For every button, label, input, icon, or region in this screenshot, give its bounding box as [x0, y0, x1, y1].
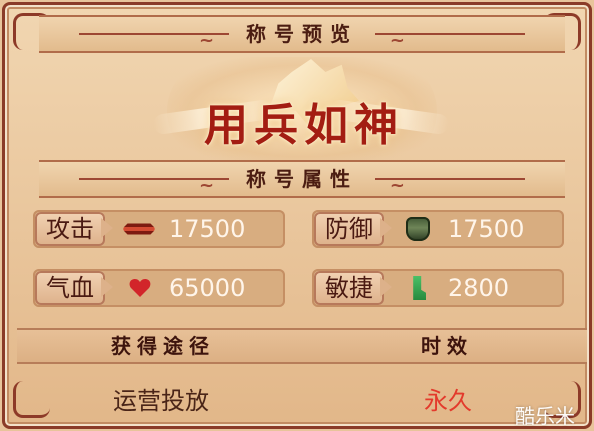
title-duration: 永久	[424, 387, 472, 415]
stat-health: 气血 65000	[33, 269, 285, 307]
source-column-header: 获得途径	[111, 334, 215, 358]
attributes-section-title: ~ 称号属性 ~	[39, 160, 565, 198]
stat-defense: 防御 17500	[312, 210, 564, 248]
boot-icon	[413, 276, 426, 300]
swirl-left-icon: ~	[199, 175, 215, 196]
chevron-right-icon	[380, 277, 392, 297]
stat-value: 17500	[448, 215, 525, 243]
chevron-right-icon	[101, 277, 113, 297]
shield-icon	[406, 217, 430, 241]
sword-icon	[122, 212, 156, 246]
heart-icon	[129, 278, 151, 298]
acquisition-header-bar: 获得途径 时效	[17, 328, 587, 364]
title-preview-panel: ~ 称号预览 ~ 用兵如神 ~ 称号属性 ~ 攻击 17500 防御 17500…	[2, 2, 592, 429]
title-name: 用兵如神	[204, 100, 404, 151]
stat-agility: 敏捷 2800	[312, 269, 564, 307]
stat-label: 气血	[35, 271, 105, 305]
stat-label: 敏捷	[314, 271, 384, 305]
chevron-right-icon	[380, 218, 392, 238]
swirl-right-icon: ~	[389, 175, 405, 196]
chevron-right-icon	[101, 218, 113, 238]
watermark-logo: 酷乐米	[515, 404, 575, 428]
stat-label: 攻击	[35, 212, 105, 246]
stat-value: 17500	[169, 215, 246, 243]
stat-value: 2800	[448, 274, 510, 302]
stat-value: 65000	[169, 274, 246, 302]
swirl-left-icon: ~	[199, 30, 215, 51]
acquisition-source: 运营投放	[113, 387, 209, 415]
preview-section-title: ~ 称号预览 ~	[39, 15, 565, 53]
corner-ornament-bottom-left	[13, 381, 50, 418]
swirl-right-icon: ~	[389, 30, 405, 51]
duration-column-header: 时效	[421, 334, 473, 358]
stat-label: 防御	[314, 212, 384, 246]
stat-attack: 攻击 17500	[33, 210, 285, 248]
